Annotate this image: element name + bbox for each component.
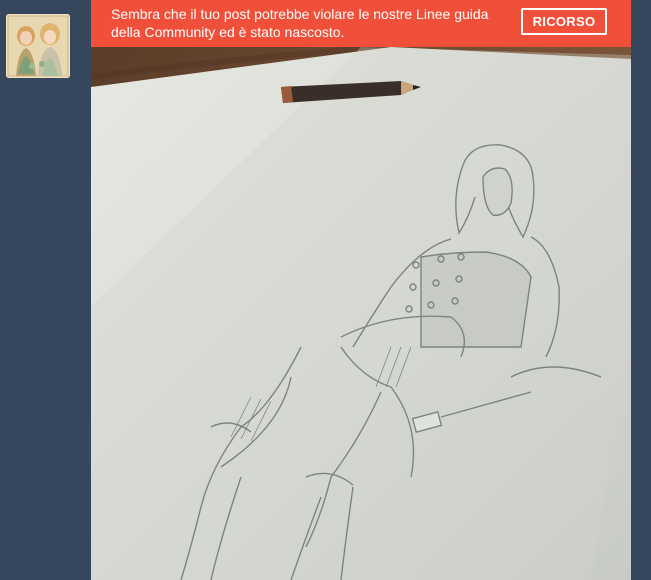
post-card: Sembra che il tuo post potrebbe violare … [91,0,631,580]
avatar-portrait-icon [6,14,70,78]
banner-message: Sembra che il tuo post potrebbe violare … [111,6,489,40]
appeal-button[interactable]: RICORSO [521,8,607,35]
blog-avatar[interactable] [6,14,70,78]
pencil-sketch-photo-icon [91,47,631,580]
post-photo[interactable] [91,47,631,580]
hidden-post-banner: Sembra che il tuo post potrebbe violare … [91,0,631,47]
dashboard-page: Sembra che il tuo post potrebbe violare … [0,0,651,580]
